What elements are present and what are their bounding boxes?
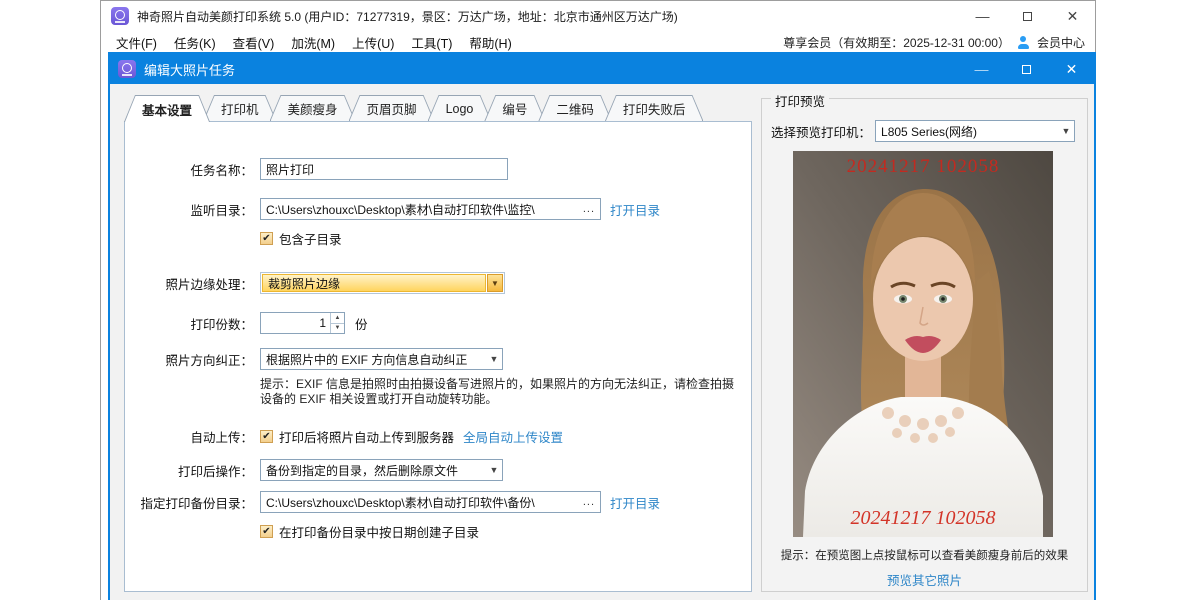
minimize-icon[interactable]: — xyxy=(960,1,1005,31)
watch-dir-browse-button[interactable]: ... xyxy=(577,203,595,215)
copies-stepper[interactable]: 1 ▲ ▼ xyxy=(260,312,345,334)
backup-dir-row: 指定打印备份目录： C:\Users\zhouxc\Desktop\素材\自动打… xyxy=(131,491,660,513)
backup-dir-browse-button[interactable]: ... xyxy=(577,496,595,508)
main-window-controls: — ✕ xyxy=(960,1,1095,31)
portrait-image xyxy=(793,151,1053,537)
watch-dir-input[interactable]: C:\Users\zhouxc\Desktop\素材\自动打印软件\监控\ ..… xyxy=(260,198,601,220)
dialog-body: 基本设置 打印机 美颜瘦身 页眉页脚 Logo 编号 二维码 打印失败后 任务名… xyxy=(110,84,1094,600)
dialog-app-icon xyxy=(118,60,136,78)
menu-upload[interactable]: 上传(U) xyxy=(352,33,394,52)
photo-timestamp-top: 20241217 102058 xyxy=(793,156,1053,178)
screen: 神奇照片自动美颜打印系统 5.0 (用户ID：71277319，景区：万达广场，… xyxy=(0,0,1200,600)
menu-bar: 文件(F) 任务(K) 查看(V) 加洗(M) 上传(U) 工具(T) 帮助(H… xyxy=(101,31,1095,53)
backup-sub-checkbox[interactable] xyxy=(260,525,273,538)
auto-upload-row: 自动上传： 打印后将照片自动上传到服务器 全局自动上传设置 xyxy=(131,427,563,446)
preview-other-photos-link[interactable]: 预览其它照片 xyxy=(762,570,1087,589)
task-name-input[interactable]: 照片打印 xyxy=(260,158,508,180)
auto-upload-label: 自动上传： xyxy=(131,427,253,446)
tab-qrcode[interactable]: 二维码 xyxy=(538,95,612,121)
menu-help[interactable]: 帮助(H) xyxy=(469,33,511,52)
dialog-titlebar: 编辑大照片任务 — ✕ xyxy=(110,54,1094,84)
dialog-title: 编辑大照片任务 xyxy=(144,60,235,79)
printer-combobox[interactable]: L805 Series(网络) ▼ xyxy=(875,120,1075,142)
edit-task-dialog: 编辑大照片任务 — ✕ 基本设置 打印机 美颜瘦身 页眉页脚 Logo 编号 二… xyxy=(108,52,1096,600)
auto-upload-checkbox[interactable] xyxy=(260,430,273,443)
watch-dir-row: 监听目录： C:\Users\zhouxc\Desktop\素材\自动打印软件\… xyxy=(131,198,660,220)
print-preview-group: 打印预览 选择预览打印机： L805 Series(网络) ▼ xyxy=(761,98,1088,592)
tab-header-footer[interactable]: 页眉页脚 xyxy=(349,95,435,121)
include-sub-label: 包含子目录 xyxy=(279,229,342,248)
global-upload-settings-link[interactable]: 全局自动上传设置 xyxy=(463,427,563,446)
task-name-label: 任务名称： xyxy=(131,160,253,179)
watch-dir-label: 监听目录： xyxy=(131,200,253,219)
menu-reprint[interactable]: 加洗(M) xyxy=(291,33,335,52)
main-titlebar: 神奇照片自动美颜打印系统 5.0 (用户ID：71277319，景区：万达广场，… xyxy=(101,1,1095,31)
dialog-maximize-icon[interactable] xyxy=(1004,54,1049,84)
copies-row: 打印份数： 1 ▲ ▼ 份 xyxy=(131,312,368,334)
edge-row: 照片边缘处理： 裁剪照片边缘 ▼ xyxy=(131,272,505,294)
menu-view[interactable]: 查看(V) xyxy=(233,33,275,52)
orientation-label: 照片方向纠正： xyxy=(131,350,253,369)
preview-tip: 提示：在预览图上点按鼠标可以查看美颜瘦身前后的效果 xyxy=(762,547,1087,563)
tab-print-failed[interactable]: 打印失败后 xyxy=(605,95,704,121)
printer-chevron-down-icon[interactable]: ▼ xyxy=(1058,126,1074,136)
copies-unit: 份 xyxy=(355,314,368,333)
after-print-chevron-down-icon[interactable]: ▼ xyxy=(486,465,502,475)
edge-chevron-down-icon[interactable]: ▼ xyxy=(487,274,503,292)
after-print-row: 打印后操作： 备份到指定的目录，然后删除原文件 ▼ xyxy=(131,459,503,481)
edge-combobox[interactable]: 裁剪照片边缘 ▼ xyxy=(260,272,505,294)
app-icon xyxy=(111,7,129,25)
exif-tip: 提示：EXIF 信息是拍照时由拍摄设备写进照片的，如果照片的方向无法纠正，请检查… xyxy=(260,377,740,407)
spinner-down-icon[interactable]: ▼ xyxy=(331,324,344,334)
tab-beauty[interactable]: 美颜瘦身 xyxy=(270,95,356,121)
dialog-maximize-box xyxy=(1022,65,1031,74)
auto-upload-cb-label: 打印后将照片自动上传到服务器 xyxy=(279,427,454,446)
edge-label: 照片边缘处理： xyxy=(131,274,253,293)
backup-dir-open-link[interactable]: 打开目录 xyxy=(610,493,660,512)
spinner-up-icon[interactable]: ▲ xyxy=(331,313,344,324)
maximize-icon[interactable] xyxy=(1005,1,1050,31)
backup-dir-label: 指定打印备份目录： xyxy=(131,493,253,512)
tab-basic-settings[interactable]: 基本设置 xyxy=(124,95,210,122)
after-print-label: 打印后操作： xyxy=(131,461,253,480)
copies-label: 打印份数： xyxy=(131,314,253,333)
tab-logo[interactable]: Logo xyxy=(428,95,492,121)
orientation-combobox[interactable]: 根据照片中的 EXIF 方向信息自动纠正 ▼ xyxy=(260,348,503,370)
backup-sub-row: 在打印备份目录中按日期创建子目录 xyxy=(260,522,479,541)
tab-number[interactable]: 编号 xyxy=(484,95,545,121)
backup-dir-input[interactable]: C:\Users\zhouxc\Desktop\素材\自动打印软件\备份\ ..… xyxy=(260,491,601,513)
after-print-combobox[interactable]: 备份到指定的目录，然后删除原文件 ▼ xyxy=(260,459,503,481)
include-sub-row: 包含子目录 xyxy=(260,229,342,248)
task-name-row: 任务名称： 照片打印 xyxy=(131,158,508,180)
orientation-chevron-down-icon[interactable]: ▼ xyxy=(486,354,502,364)
member-center-link[interactable]: 会员中心 xyxy=(1037,34,1085,51)
menu-task[interactable]: 任务(K) xyxy=(174,33,216,52)
close-icon[interactable]: ✕ xyxy=(1050,1,1095,31)
main-window-title: 神奇照片自动美颜打印系统 5.0 (用户ID：71277319，景区：万达广场，… xyxy=(137,8,678,25)
print-preview-title: 打印预览 xyxy=(771,91,829,110)
printer-row: 选择预览打印机： L805 Series(网络) ▼ xyxy=(771,120,1075,142)
watch-dir-open-link[interactable]: 打开目录 xyxy=(610,200,660,219)
photo-timestamp-bottom: 20241217 102058 xyxy=(793,507,1053,530)
preview-photo[interactable]: 20241217 102058 20241217 102058 xyxy=(793,151,1053,537)
printer-label: 选择预览打印机： xyxy=(771,122,871,141)
menu-file[interactable]: 文件(F) xyxy=(116,33,157,52)
dialog-minimize-icon[interactable]: — xyxy=(959,54,1004,84)
dialog-close-icon[interactable]: ✕ xyxy=(1049,54,1094,84)
member-info: 尊享会员（有效期至：2025-12-31 00:00） xyxy=(783,34,1010,51)
maximize-box xyxy=(1023,12,1032,21)
include-sub-checkbox[interactable] xyxy=(260,232,273,245)
backup-sub-label: 在打印备份目录中按日期创建子目录 xyxy=(279,522,479,541)
dialog-window-controls: — ✕ xyxy=(959,54,1094,84)
basic-settings-panel: 任务名称： 照片打印 监听目录： C:\Users\zhouxc\Desktop… xyxy=(124,121,752,592)
tab-strip: 基本设置 打印机 美颜瘦身 页眉页脚 Logo 编号 二维码 打印失败后 xyxy=(124,95,696,122)
user-icon xyxy=(1017,36,1030,49)
tab-printer[interactable]: 打印机 xyxy=(203,95,277,121)
orientation-row: 照片方向纠正： 根据照片中的 EXIF 方向信息自动纠正 ▼ xyxy=(131,348,503,370)
menu-tools[interactable]: 工具(T) xyxy=(411,33,452,52)
member-area: 尊享会员（有效期至：2025-12-31 00:00） 会员中心 xyxy=(783,34,1095,51)
